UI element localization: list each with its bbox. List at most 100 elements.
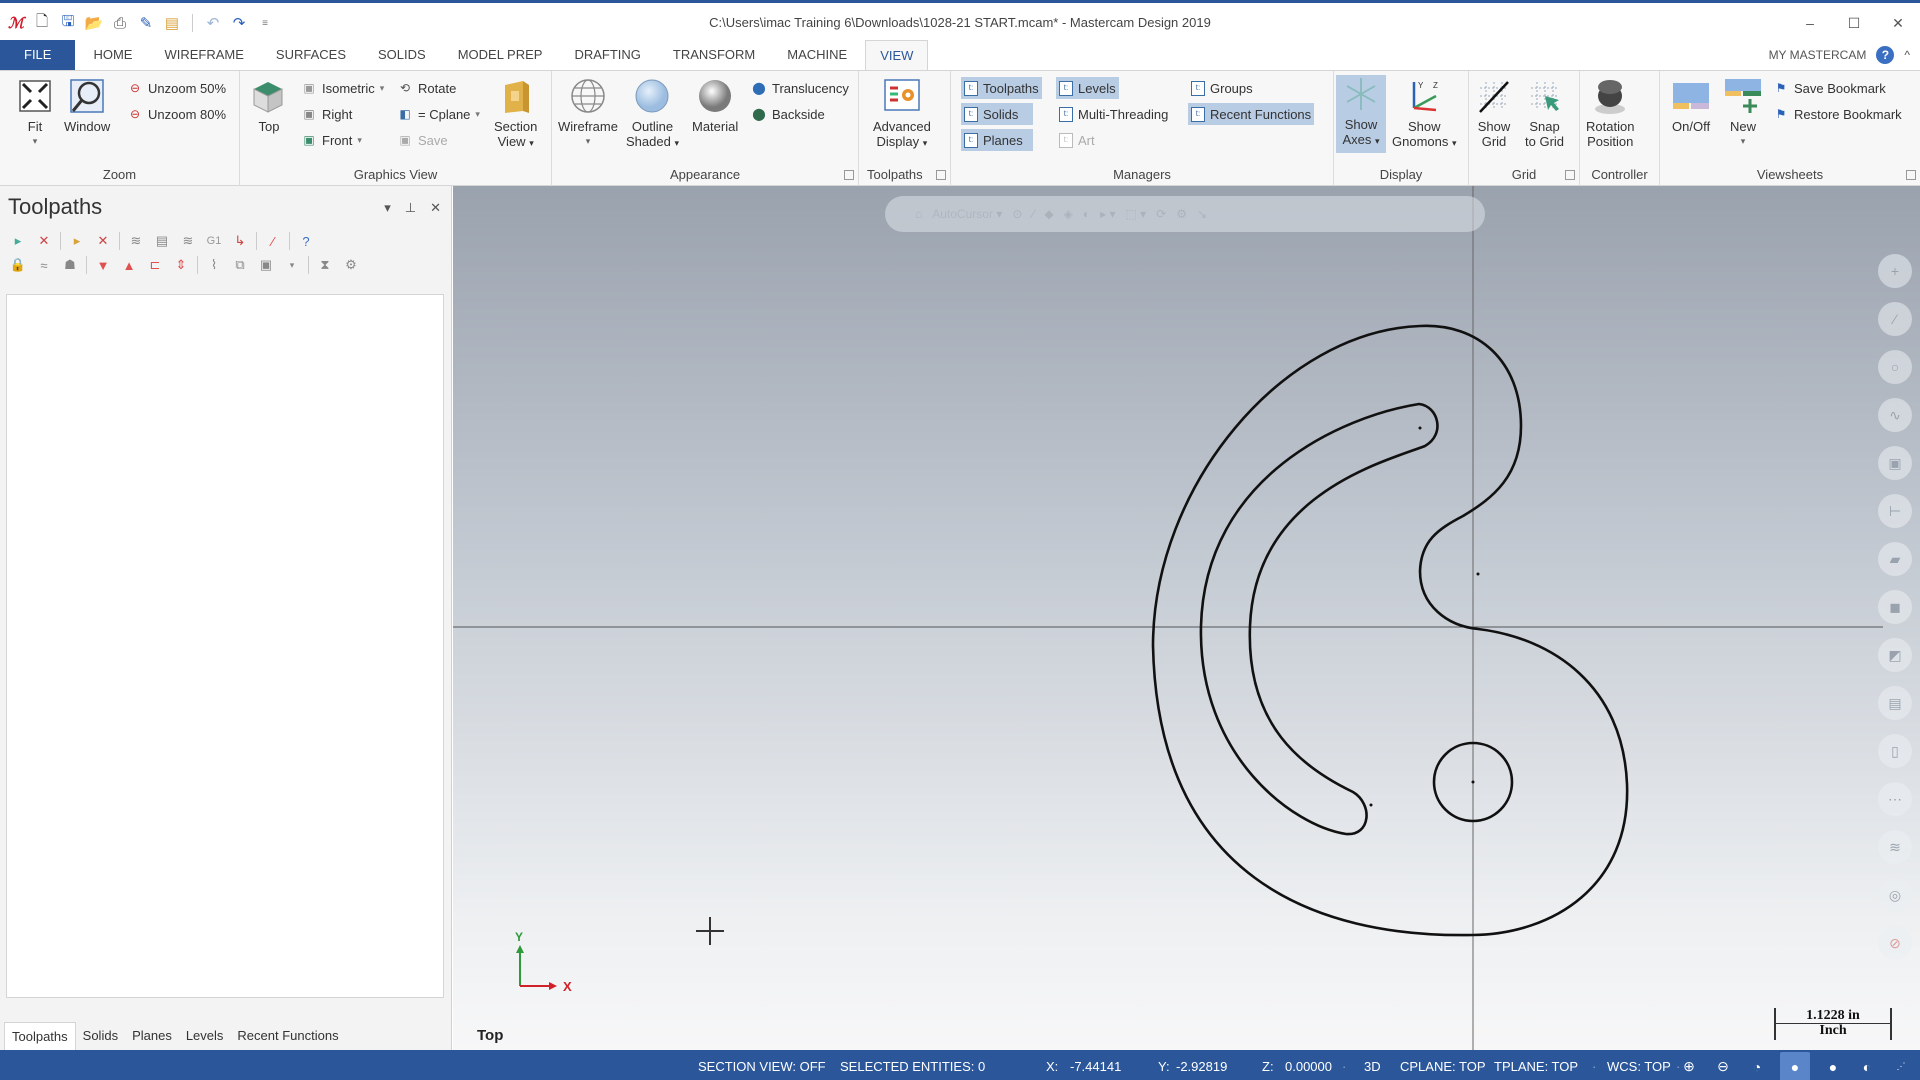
tool-manager-icon[interactable]: ⚙ bbox=[341, 255, 361, 275]
backplot-icon[interactable]: ≋ bbox=[126, 231, 146, 251]
toolpaths-dialog-launcher-icon[interactable] bbox=[936, 170, 946, 180]
fit-button[interactable]: Fit ▾ bbox=[16, 77, 54, 149]
my-mastercam-link[interactable]: MY MASTERCAM bbox=[1769, 48, 1867, 62]
move-up-icon[interactable]: ▲ bbox=[119, 255, 139, 275]
section-view-button[interactable]: Section View ▾ bbox=[494, 77, 537, 151]
viewsheets-new-button[interactable]: New ▾ bbox=[1724, 77, 1762, 149]
maximize-button[interactable]: ☐ bbox=[1832, 6, 1876, 40]
hidden-line-mode-icon[interactable]: ⊖ bbox=[1712, 1056, 1734, 1078]
mask-results-icon[interactable]: ▯ bbox=[1878, 734, 1912, 768]
display-options-dropdown-icon[interactable]: ▾ bbox=[282, 255, 302, 275]
wireframe-dropdown-icon[interactable]: ▾ bbox=[586, 134, 591, 149]
backside-button[interactable]: ⬤ Backside bbox=[748, 103, 828, 125]
select-all-operations-icon[interactable]: ▸ bbox=[8, 231, 28, 251]
toggle-posting-icon[interactable]: ☗ bbox=[60, 255, 80, 275]
clear-masks-icon[interactable]: ⊘ bbox=[1878, 926, 1912, 960]
manager-tab-levels[interactable]: Levels bbox=[179, 1022, 231, 1050]
print-icon[interactable]: ⎙ bbox=[110, 13, 130, 33]
viewsheets-dialog-launcher-icon[interactable] bbox=[1906, 170, 1916, 180]
hourglass-icon[interactable]: ⧗ bbox=[315, 255, 335, 275]
mask-meshes-icon[interactable]: ⋯ bbox=[1878, 782, 1912, 816]
translucency-button[interactable]: ⬤ Translucency bbox=[748, 77, 852, 99]
outline-shaded-button[interactable]: Outline Shaded ▾ bbox=[626, 77, 679, 151]
rotate-button[interactable]: ⟲ Rotate bbox=[394, 77, 459, 99]
mastercam-logo-icon[interactable]: ℳ bbox=[6, 13, 26, 33]
manager-tab-solids[interactable]: Solids bbox=[76, 1022, 125, 1050]
mask-wireframe-icon[interactable]: ▰ bbox=[1878, 542, 1912, 576]
autocursor-selector[interactable]: AutoCursor ▾ bbox=[932, 207, 1002, 221]
section-view-status[interactable]: SECTION VIEW: OFF bbox=[698, 1050, 826, 1080]
move-down-icon[interactable]: ▼ bbox=[93, 255, 113, 275]
mask-faces-icon[interactable]: ◩ bbox=[1878, 638, 1912, 672]
front-view-button[interactable]: ▣ Front ▾ bbox=[298, 129, 365, 151]
window-selection-icon[interactable]: ⬚ ▾ bbox=[1126, 207, 1147, 221]
mask-solids-icon[interactable]: ◼ bbox=[1878, 590, 1912, 624]
tab-model-prep[interactable]: MODEL PREP bbox=[444, 40, 557, 70]
copy-icon[interactable]: ⧉ bbox=[230, 255, 250, 275]
undo-icon[interactable]: ↶ bbox=[203, 13, 223, 33]
manager-planes-toggle[interactable]: t: Planes bbox=[961, 129, 1033, 151]
mask-drafting-icon[interactable]: ⊢ bbox=[1878, 494, 1912, 528]
tab-home[interactable]: HOME bbox=[79, 40, 146, 70]
manager-recent-functions-toggle[interactable]: t: Recent Functions bbox=[1188, 103, 1315, 125]
x-coordinate-value[interactable]: -7.44141 bbox=[1070, 1050, 1121, 1080]
mask-points-icon[interactable]: + bbox=[1878, 254, 1912, 288]
snap-to-grid-button[interactable]: Snap to Grid bbox=[1525, 77, 1564, 149]
wireframe-mode-icon[interactable]: ⊕ bbox=[1678, 1056, 1700, 1078]
restore-bookmark-button[interactable]: ⚑ Restore Bookmark bbox=[1770, 103, 1905, 125]
cplane-status[interactable]: CPLANE: TOP bbox=[1400, 1050, 1486, 1080]
pin-icon[interactable]: ⊥ bbox=[405, 200, 416, 216]
minimize-button[interactable]: – bbox=[1788, 6, 1832, 40]
deselect-all-operations-icon[interactable]: ✕ bbox=[34, 231, 54, 251]
z-coordinate-value[interactable]: 0.00000 bbox=[1285, 1050, 1332, 1080]
select-solid-icon[interactable]: ◆ bbox=[1044, 207, 1053, 221]
help-circle-icon[interactable]: ? bbox=[296, 231, 316, 251]
regenerate-dirty-icon[interactable]: ✕ bbox=[93, 231, 113, 251]
manager-tab-planes[interactable]: Planes bbox=[125, 1022, 179, 1050]
mask-groups-icon[interactable]: ▤ bbox=[1878, 686, 1912, 720]
tab-machine[interactable]: MACHINE bbox=[773, 40, 861, 70]
translucency-mode-icon[interactable]: ◐ bbox=[1856, 1056, 1878, 1078]
manager-levels-toggle[interactable]: t: Levels bbox=[1056, 77, 1119, 99]
advanced-display-button[interactable]: Advanced Display ▾ bbox=[873, 77, 931, 151]
unselect-icon[interactable]: ↘ bbox=[1197, 207, 1207, 221]
panel-menu-icon[interactable]: ▾ bbox=[384, 200, 391, 216]
unzoom-50-button[interactable]: ⊖ Unzoom 50% bbox=[124, 77, 229, 99]
mask-splines-icon[interactable]: ∿ bbox=[1878, 398, 1912, 432]
file-tracking-icon[interactable]: ▤ bbox=[162, 13, 182, 33]
select-all-icon[interactable]: ⚙ bbox=[1176, 207, 1187, 221]
appearance-dialog-launcher-icon[interactable] bbox=[844, 170, 854, 180]
top-view-button[interactable]: Top bbox=[250, 77, 288, 134]
show-gnomons-button[interactable]: YZ Show Gnomons ▾ bbox=[1392, 77, 1457, 151]
fit-dropdown-icon[interactable]: ▾ bbox=[33, 134, 38, 149]
selection-method-icon[interactable]: ▸ ▾ bbox=[1100, 207, 1115, 221]
operations-tree[interactable] bbox=[6, 294, 444, 998]
lock-icon[interactable]: 🔒 bbox=[8, 255, 28, 275]
right-view-button[interactable]: ▣ Right bbox=[298, 103, 355, 125]
open-folder-icon[interactable]: 📂 bbox=[84, 13, 104, 33]
tab-file[interactable]: FILE bbox=[0, 40, 76, 70]
mask-color-icon[interactable]: ◎ bbox=[1878, 878, 1912, 912]
select-point-icon[interactable]: ⊙ bbox=[1012, 207, 1022, 221]
verify-selection-icon[interactable]: ⟳ bbox=[1156, 207, 1166, 221]
customize-qat-icon[interactable]: ≡ bbox=[255, 13, 275, 33]
shaded-mode-icon[interactable]: ● bbox=[1822, 1056, 1844, 1078]
manager-toolpaths-toggle[interactable]: t: Toolpaths bbox=[961, 77, 1042, 99]
mask-surfaces-icon[interactable]: ▣ bbox=[1878, 446, 1912, 480]
dimension-mode-toggle[interactable]: 3D bbox=[1364, 1050, 1381, 1080]
hidden-line-removed-icon[interactable]: ◔ bbox=[1746, 1056, 1768, 1078]
graphics-window[interactable]: Y X ⌂ AutoCursor ▾ ⊙ ⁄ ◆ ◈ ◐ ▸ ▾ ⬚ ▾ ⟳ ⚙… bbox=[453, 186, 1920, 1050]
tab-surfaces[interactable]: SURFACES bbox=[262, 40, 360, 70]
tab-view[interactable]: VIEW bbox=[865, 40, 929, 70]
y-coordinate-value[interactable]: -2.92819 bbox=[1176, 1050, 1227, 1080]
manager-solids-toggle[interactable]: t: Solids bbox=[961, 103, 1033, 125]
manager-groups-toggle[interactable]: t: Groups bbox=[1188, 77, 1256, 99]
grid-dialog-launcher-icon[interactable] bbox=[1565, 170, 1575, 180]
regenerate-selected-icon[interactable]: ▸ bbox=[67, 231, 87, 251]
show-axes-button[interactable]: Show Axes ▾ bbox=[1336, 75, 1386, 153]
save-as-icon[interactable]: ✎ bbox=[136, 13, 156, 33]
wireframe-button[interactable]: Wireframe ▾ bbox=[558, 77, 618, 149]
manager-tab-toolpaths[interactable]: Toolpaths bbox=[4, 1022, 76, 1050]
mask-lines-icon[interactable]: ⁄ bbox=[1878, 302, 1912, 336]
viewsheets-onoff-button[interactable]: On/Off bbox=[1672, 77, 1710, 134]
